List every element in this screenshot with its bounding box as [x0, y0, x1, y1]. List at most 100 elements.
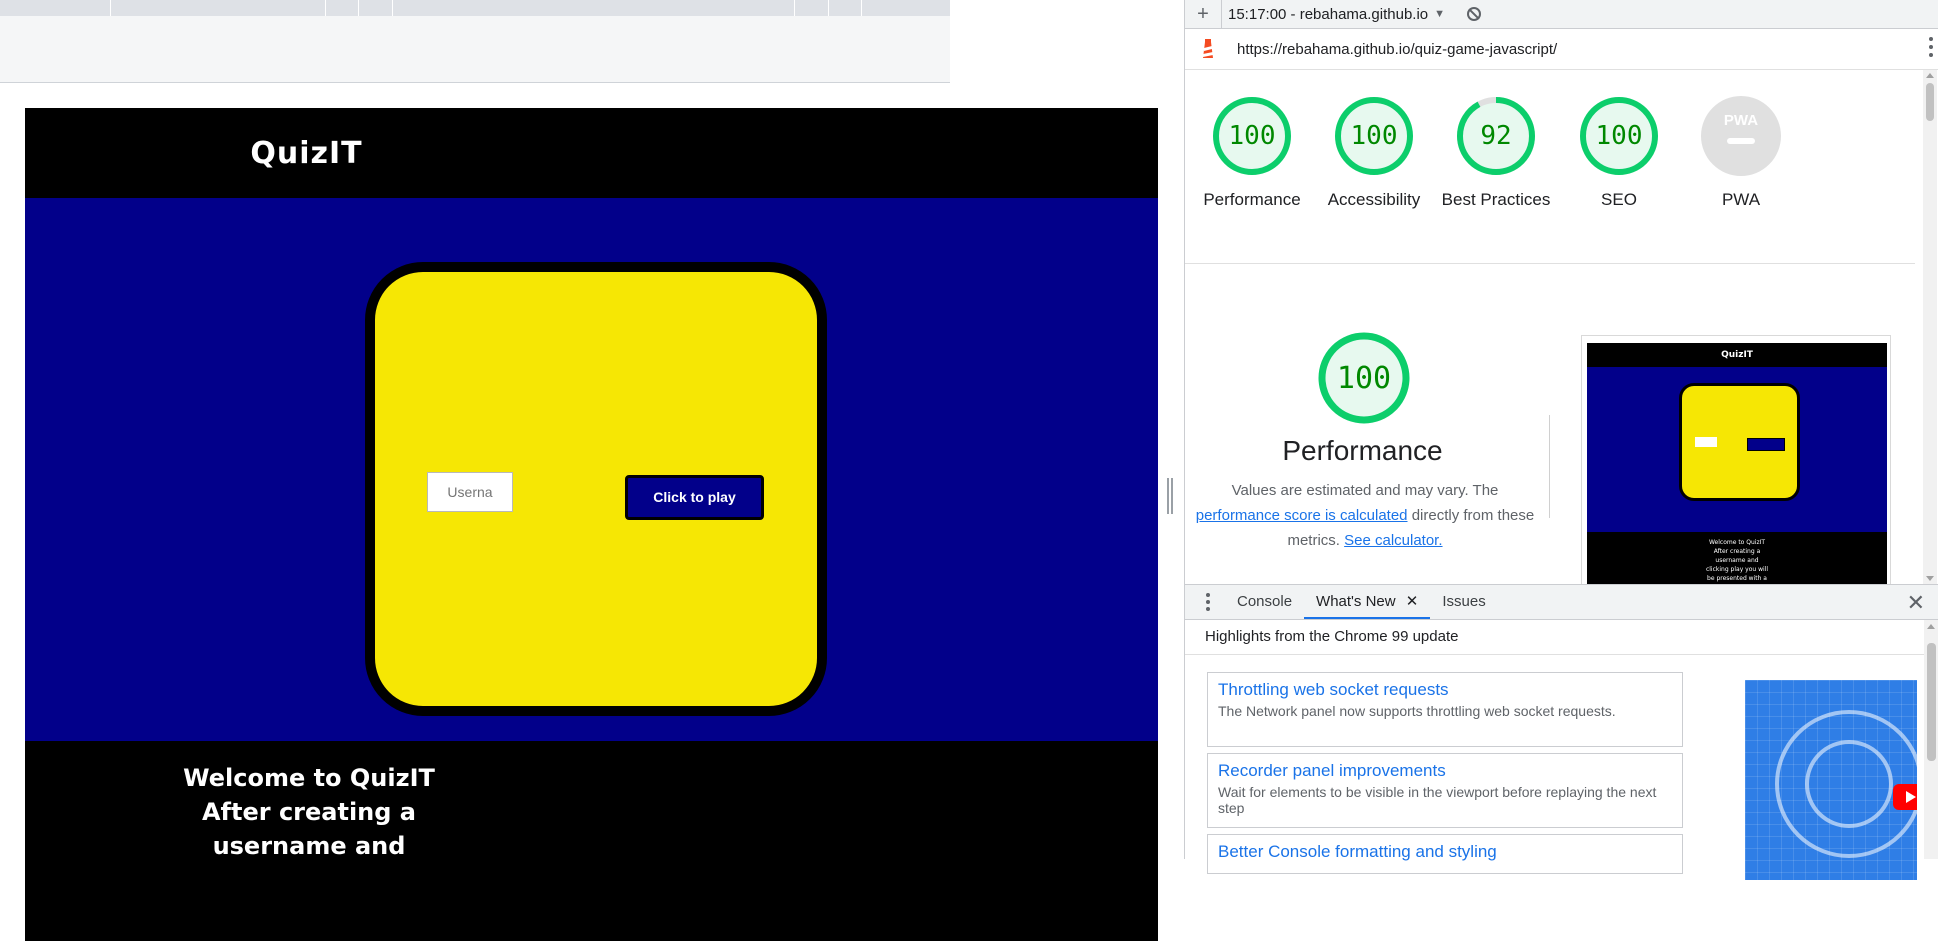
ruler-divider: [794, 0, 795, 16]
vertical-divider: [1549, 415, 1550, 518]
ruler-divider: [828, 0, 829, 16]
tab-issues[interactable]: Issues: [1430, 585, 1497, 619]
report-select[interactable]: 15:17:00 - rebahama.github.io ▼: [1221, 0, 1445, 28]
thumb-footer-line: After creating a: [1713, 548, 1761, 555]
perf-description: Values are estimated and may vary. The p…: [1185, 478, 1545, 553]
quiz-site: QuizIT Userna Click to play Welcome to Q…: [25, 108, 1158, 941]
thumb-header: QuizIT: [1587, 343, 1887, 367]
username-input[interactable]: Userna: [427, 472, 513, 512]
close-drawer-icon[interactable]: ✕: [1907, 590, 1925, 616]
gauge-ring: 92: [1457, 97, 1535, 175]
final-screenshot[interactable]: QuizIT Welcome to QuizIT After creating …: [1581, 335, 1891, 584]
site-footer: Welcome to QuizIT After creating a usern…: [25, 741, 1158, 941]
close-icon[interactable]: ✕: [1406, 593, 1419, 610]
welcome-line: Welcome to QuizIT: [183, 764, 435, 792]
pane-resize-handle[interactable]: [1167, 478, 1173, 514]
kebab-menu-icon[interactable]: [1927, 37, 1935, 57]
tab-console[interactable]: Console: [1225, 585, 1304, 619]
video-thumbnail[interactable]: [1745, 680, 1917, 880]
video-graphic: [1805, 740, 1893, 828]
gauge-label: Accessibility: [1327, 190, 1421, 209]
gauge-label: SEO: [1601, 190, 1637, 209]
play-button[interactable]: Click to play: [625, 475, 764, 520]
section-divider: [1185, 654, 1925, 655]
gauge-performance[interactable]: 100 Performance: [1192, 95, 1312, 212]
news-desc: The Network panel now supports throttlin…: [1218, 703, 1616, 719]
ruler-divider: [110, 0, 111, 16]
thumb-footer-line: clicking play you will: [1705, 566, 1769, 573]
media-query-ruler[interactable]: [0, 0, 950, 16]
gauge-ring: 100: [1335, 97, 1413, 175]
gauge-ring: 100: [1213, 97, 1291, 175]
thumb-footer-line: username and: [1715, 557, 1759, 564]
news-title[interactable]: Throttling web socket requests: [1218, 679, 1672, 700]
gauge-score: 92: [1480, 121, 1511, 151]
section-divider: [1185, 263, 1915, 264]
drawer-menu-icon[interactable]: [1206, 593, 1210, 611]
lighthouse-icon: [1203, 39, 1213, 58]
gauge-label: Best Practices: [1441, 190, 1551, 209]
news-title[interactable]: Recorder panel improvements: [1218, 760, 1672, 781]
perf-gauge: 100: [1318, 332, 1410, 424]
drawer-scrollbar[interactable]: [1924, 620, 1938, 859]
thumb-footer: Welcome to QuizIT After creating a usern…: [1587, 532, 1887, 584]
news-card[interactable]: Throttling web socket requests The Netwo…: [1207, 672, 1683, 747]
audited-url[interactable]: https://rebahama.github.io/quiz-game-jav…: [1237, 41, 1557, 58]
lighthouse-report: 100 Performance 100 Accessibility 92 Bes…: [1185, 70, 1915, 584]
plus-icon[interactable]: +: [1185, 3, 1221, 26]
tab-whats-new[interactable]: What's New ✕: [1304, 585, 1431, 619]
highlights-heading: Highlights from the Chrome 99 update: [1205, 628, 1459, 645]
perf-desc-text: Values are estimated and may vary. The: [1231, 482, 1499, 499]
thumb-footer-line: be presented with a: [1707, 575, 1767, 582]
gauge-seo[interactable]: 100 SEO: [1559, 95, 1679, 212]
site-header: QuizIT: [25, 108, 1158, 198]
thumb-input: [1695, 437, 1717, 447]
game-card: Userna Click to play: [365, 262, 827, 716]
ruler-divider: [325, 0, 326, 16]
screenshot-content: QuizIT Welcome to QuizIT After creating …: [1587, 343, 1887, 584]
gauge-ring: 100: [1580, 97, 1658, 175]
welcome-line: username and: [212, 832, 406, 860]
scroll-down-icon[interactable]: [1926, 576, 1934, 581]
news-card[interactable]: Better Console formatting and styling: [1207, 834, 1683, 874]
gauge-score: 100: [1596, 121, 1643, 151]
perf-score-link[interactable]: performance score is calculated: [1196, 507, 1408, 524]
play-icon[interactable]: [1893, 784, 1917, 810]
gauge-score: 100: [1229, 121, 1276, 151]
caret-down-icon: ▼: [1434, 8, 1446, 20]
gauge-pwa[interactable]: PWA PWA: [1681, 95, 1801, 212]
device-toolbar: [0, 16, 950, 83]
perf-score: 100: [1337, 361, 1391, 396]
ruler-divider: [358, 0, 359, 16]
gauge-score: 100: [1351, 121, 1398, 151]
gauge-label: PWA: [1721, 190, 1761, 209]
gauge-accessibility[interactable]: 100 Accessibility: [1314, 95, 1434, 212]
scroll-up-icon[interactable]: [1926, 73, 1934, 78]
url-bar: https://rebahama.github.io/quiz-game-jav…: [1185, 29, 1938, 70]
ruler-divider: [392, 0, 393, 16]
site-main: Userna Click to play: [25, 198, 1158, 741]
calculator-link[interactable]: See calculator.: [1344, 532, 1442, 549]
thumb-footer-line: Welcome to QuizIT: [1708, 539, 1766, 546]
welcome-line: After creating a: [201, 798, 416, 826]
gauge-label: Performance: [1203, 190, 1301, 209]
drawer-tabbar: Console What's New ✕ Issues ✕: [1185, 584, 1938, 620]
block-icon[interactable]: [1467, 7, 1482, 21]
welcome-text: Welcome to QuizIT After creating a usern…: [25, 761, 593, 863]
scrollbar-thumb[interactable]: [1927, 643, 1936, 761]
gauge-best-practices[interactable]: 92 Best Practices: [1436, 95, 1556, 212]
news-desc: Wait for elements to be visible in the v…: [1218, 784, 1657, 816]
scroll-up-icon[interactable]: [1927, 624, 1935, 629]
scrollbar-thumb[interactable]: [1926, 83, 1934, 121]
tab-label: What's New: [1316, 593, 1396, 610]
thumb-button: [1747, 438, 1785, 451]
report-scrollbar[interactable]: [1923, 70, 1937, 584]
report-select-label: 15:17:00 - rebahama.github.io: [1228, 5, 1429, 23]
ruler-divider: [861, 0, 862, 16]
perf-title: Performance: [1282, 435, 1443, 466]
site-title: QuizIT: [250, 135, 363, 171]
thumb-main: [1587, 367, 1887, 532]
devtools-panel: + 15:17:00 - rebahama.github.io ▼ https:…: [1184, 0, 1938, 880]
lighthouse-toolbar: + 15:17:00 - rebahama.github.io ▼: [1185, 0, 1938, 29]
news-card[interactable]: Recorder panel improvements Wait for ele…: [1207, 753, 1683, 828]
